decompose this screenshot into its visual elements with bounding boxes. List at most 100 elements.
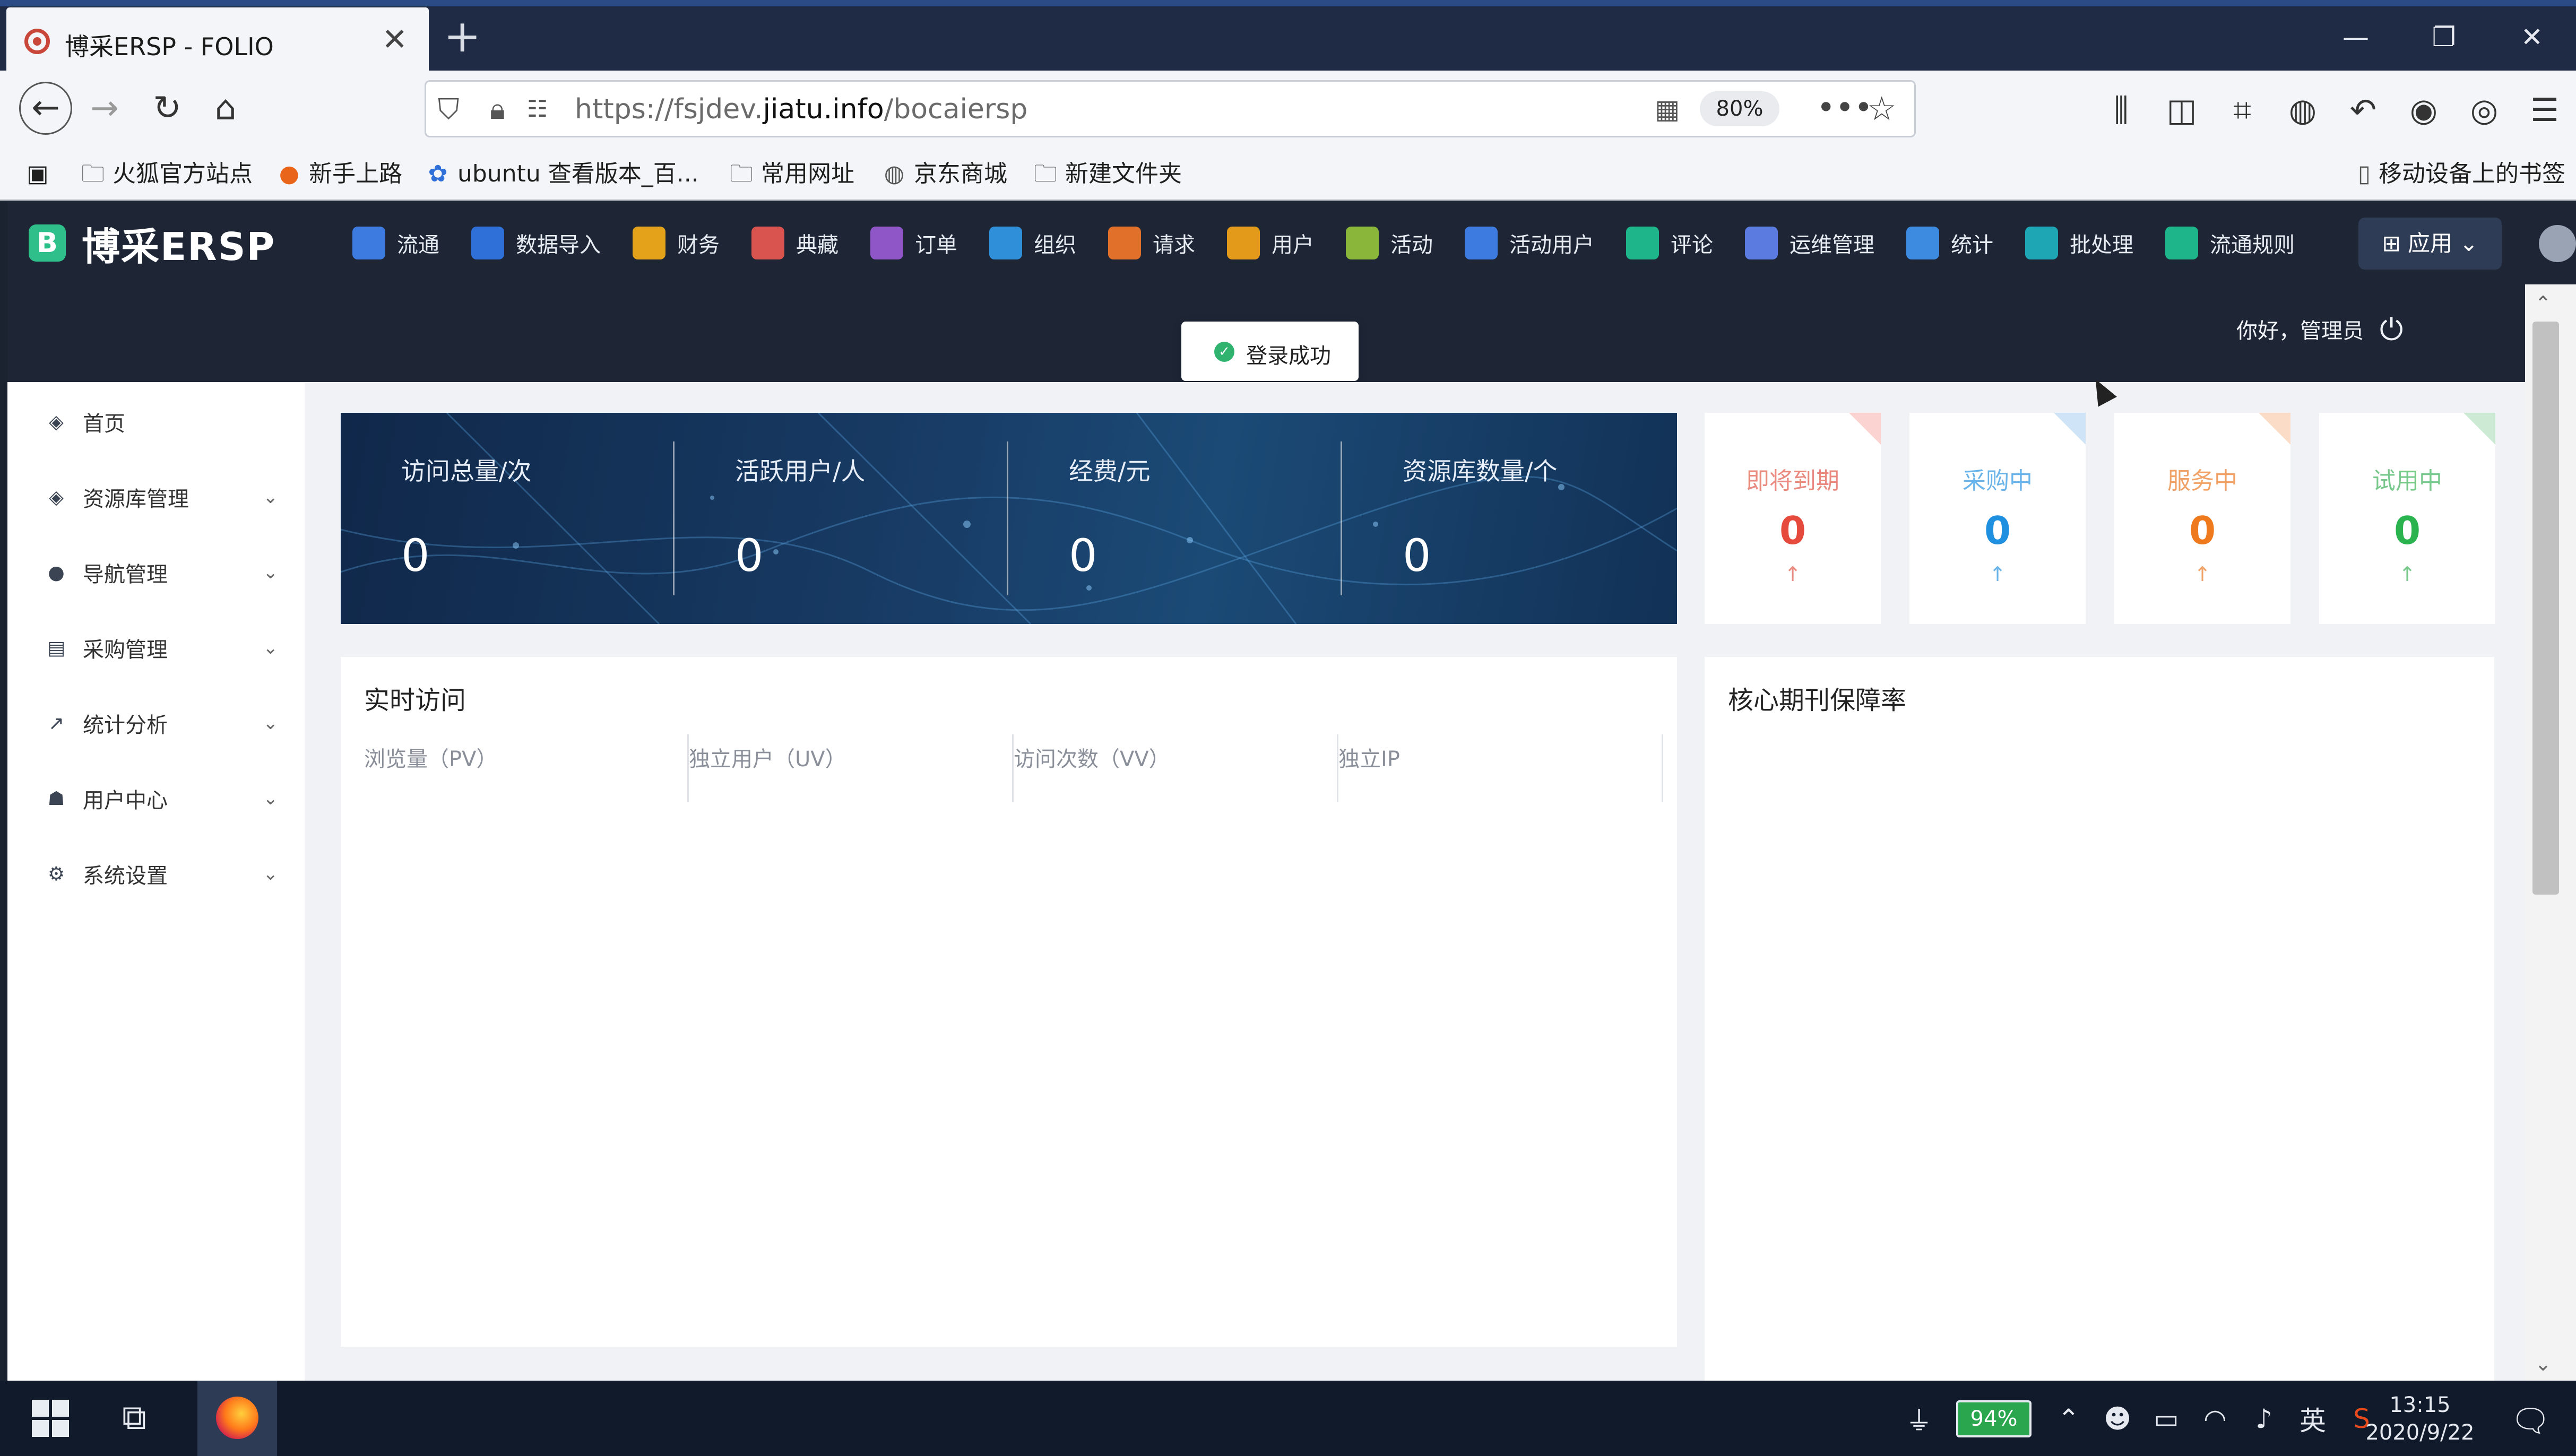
top-menu-item[interactable]: 组织: [989, 227, 1076, 259]
top-menu-item[interactable]: 用户: [1227, 227, 1314, 259]
chevron-down-icon: ⌄: [263, 788, 279, 809]
bookmark-item[interactable]: ● 新手上路: [276, 159, 402, 189]
sidebar-item[interactable]: ☗ 用户中心 ⌄: [45, 780, 278, 817]
notification-center-icon[interactable]: 🗨︎: [2510, 1402, 2551, 1440]
bookmarks-bar: ▣ 🗀︎ 火狐官方站点 ● 新手上路 ✿ ubuntu 查看版本_百... 🗀︎ 常用网…: [0, 148, 2576, 201]
top-menu-item[interactable]: 订单: [870, 227, 957, 259]
top-menu-item[interactable]: 请求: [1108, 227, 1195, 259]
page-actions-icon[interactable]: •••: [1817, 89, 1873, 126]
realtime-column-ip: 独立IP: [1338, 734, 1663, 802]
status-card[interactable]: 服务中 0 ↑: [2114, 413, 2290, 624]
extension-icon[interactable]: ◉: [2393, 86, 2454, 134]
clock-time: 13:15: [2389, 1393, 2451, 1417]
top-menu-item[interactable]: 批处理: [2025, 227, 2133, 259]
library-icon[interactable]: ⫼: [2091, 86, 2151, 134]
bookmark-item[interactable]: ✿ ubuntu 查看版本_百...: [425, 159, 699, 189]
bookmark-star-icon[interactable]: ☆: [1867, 89, 1897, 128]
app-logo[interactable]: B 博采ERSP: [29, 218, 275, 269]
chat-icon[interactable]: ◍: [2272, 86, 2333, 134]
scroll-down-icon[interactable]: ⌄: [2535, 1352, 2552, 1375]
top-menu-item[interactable]: 运维管理: [1745, 227, 1874, 259]
hamburger-menu-icon[interactable]: ☰: [2514, 86, 2575, 134]
top-menu-item[interactable]: 统计: [1906, 227, 1993, 259]
logout-power-icon[interactable]: ⏻: [2380, 314, 2403, 346]
tab-close-icon[interactable]: ✕: [382, 23, 408, 55]
new-tab-button[interactable]: +: [444, 14, 481, 58]
windows-start-icon[interactable]: [32, 1400, 69, 1437]
account-icon[interactable]: ◎: [2454, 86, 2514, 134]
mobile-bookmarks[interactable]: ▯ 移动设备上的书签: [2356, 159, 2565, 189]
module-icon: [1745, 227, 1778, 259]
bookmark-item[interactable]: ◍ 京东商城: [881, 159, 1007, 189]
sidebar-toggle-icon[interactable]: ◫: [2151, 86, 2212, 134]
top-menu-label: 流通: [397, 233, 439, 257]
page-scrollbar[interactable]: ⌃ ⌄: [2525, 284, 2576, 1381]
avatar[interactable]: [2539, 225, 2576, 262]
status-card[interactable]: 试用中 0 ↑: [2319, 413, 2495, 624]
lock-icon[interactable]: 🔒︎: [490, 92, 505, 126]
battery-icon[interactable]: ▭: [2142, 1403, 2191, 1434]
top-menu-item[interactable]: 评论: [1626, 227, 1713, 259]
module-icon: [1626, 227, 1659, 259]
restore-icon[interactable]: ❐: [2400, 11, 2488, 64]
chevron-up-icon[interactable]: ⌃: [2044, 1403, 2093, 1434]
top-menu-item[interactable]: 活动: [1346, 227, 1433, 259]
forward-arrow-icon[interactable]: →: [81, 84, 128, 132]
taskbar-clock[interactable]: 13:15 2020/9/22: [2351, 1391, 2489, 1446]
module-icon: [1465, 227, 1498, 259]
top-menu-label: 典藏: [796, 233, 839, 257]
top-menu-item[interactable]: 典藏: [751, 227, 839, 259]
module-icon: [751, 227, 784, 259]
apps-menu-button[interactable]: ⊞ 应用 ⌄: [2358, 218, 2502, 270]
qr-code-icon[interactable]: ▦: [1655, 92, 1680, 126]
permissions-icon[interactable]: ☷: [527, 92, 548, 126]
chevron-down-icon: ⌄: [263, 863, 279, 885]
bookmark-item[interactable]: 🗀︎ 火狐官方站点: [80, 159, 253, 189]
wifi-icon[interactable]: ◠: [2191, 1403, 2240, 1434]
scroll-up-icon[interactable]: ⌃: [2535, 292, 2552, 315]
volume-icon[interactable]: ♪: [2240, 1403, 2288, 1434]
bookmark-item[interactable]: 🗀︎ 常用网址: [728, 159, 854, 189]
zoom-level-badge[interactable]: 80%: [1700, 91, 1779, 126]
gear-icon: ⚙: [47, 863, 65, 885]
bookmark-item[interactable]: 🗀︎ 新建文件夹: [1032, 159, 1182, 189]
stat-label: 活跃用户/人: [735, 457, 866, 486]
shield-icon[interactable]: ⛉: [438, 92, 460, 126]
sidebar-item[interactable]: ⚙ 系统设置 ⌄: [45, 855, 278, 892]
qq-icon[interactable]: ☻: [2093, 1403, 2142, 1434]
sidebar-item[interactable]: ▤ 采购管理 ⌄: [45, 629, 278, 666]
top-menu-item[interactable]: 数据导入: [471, 227, 601, 259]
sidebar-item[interactable]: ● 导航管理 ⌄: [45, 554, 278, 591]
battery-indicator[interactable]: 94%: [1956, 1400, 2032, 1437]
status-card[interactable]: 即将到期 0 ↑: [1705, 413, 1881, 624]
sidebar-item[interactable]: ◈ 首页: [45, 403, 278, 440]
stat-label: 资源库数量/个: [1403, 457, 1558, 486]
reload-icon[interactable]: ↻: [143, 84, 191, 132]
app-subheader: ✓ 登录成功 你好，管理员 ⏻: [7, 284, 2525, 382]
window-close-icon[interactable]: ✕: [2488, 11, 2576, 64]
sidebar-item[interactable]: ↗ 统计分析 ⌄: [45, 705, 278, 742]
browser-tab-active[interactable]: 博采ERSP - FOLIO ✕: [6, 7, 429, 71]
status-card[interactable]: 采购中 0 ↑: [1909, 413, 2086, 624]
sidebar-item[interactable]: ◈ 资源库管理 ⌄: [45, 479, 278, 516]
minimize-icon[interactable]: —: [2312, 11, 2400, 64]
panel-title: 实时访问: [364, 686, 466, 715]
task-view-icon[interactable]: ⧉: [122, 1397, 146, 1439]
top-menu-item[interactable]: 活动用户: [1465, 227, 1594, 259]
ime-indicator[interactable]: 英: [2288, 1400, 2337, 1438]
url-bar[interactable]: ⛉ 🔒︎ ☷ https://fsjdev.jiatu.info/bocaier…: [425, 80, 1916, 137]
realtime-visits-panel: 实时访问 浏览量（PV） 独立用户（UV） 访问次数（VV） 独立IP: [341, 657, 1677, 1347]
top-menu-item[interactable]: 财务: [633, 227, 720, 259]
url-text[interactable]: https://fsjdev.jiatu.info/bocaiersp: [575, 93, 1027, 125]
power-plug-icon[interactable]: ⏚: [1895, 1400, 1943, 1438]
back-arrow-icon[interactable]: ←: [19, 82, 72, 135]
arrow-up-icon: ↑: [2194, 562, 2211, 586]
firefox-taskbar-button[interactable]: [197, 1381, 277, 1456]
reader-icon[interactable]: ▣: [27, 159, 49, 189]
undo-icon[interactable]: ↶: [2333, 86, 2393, 134]
top-menu-item[interactable]: 流通规则: [2165, 227, 2295, 259]
scroll-thumb[interactable]: [2532, 322, 2559, 895]
home-icon[interactable]: ⌂: [202, 84, 249, 132]
screenshot-crop-icon[interactable]: ⌗: [2212, 86, 2272, 134]
top-menu-item[interactable]: 流通: [352, 227, 439, 259]
